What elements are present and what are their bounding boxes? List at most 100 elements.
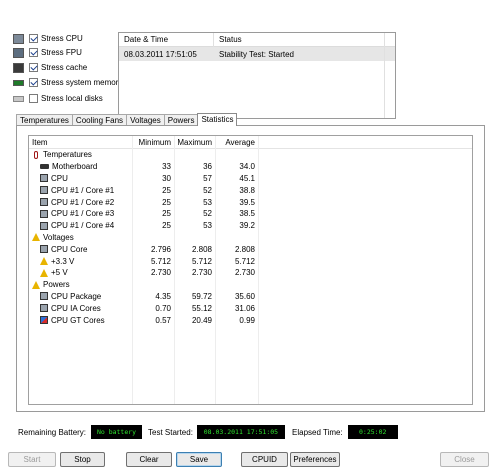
table-row[interactable]: CPU #1 / Core #2 25 53 39.5 <box>29 196 472 208</box>
item-label: +3.3 V <box>51 256 75 266</box>
stress-cpu-option[interactable]: Stress CPU <box>13 32 83 45</box>
stress-cpu-checkbox[interactable] <box>29 34 38 43</box>
stress-fpu-option[interactable]: Stress FPU <box>13 46 82 59</box>
clear-button[interactable]: Clear <box>126 452 172 467</box>
close-button[interactable]: Close <box>440 452 489 467</box>
minimum-column-header[interactable]: Minimum <box>129 138 171 147</box>
cpu-chip-icon <box>40 304 48 313</box>
cpu-chip-icon <box>40 292 48 301</box>
table-row[interactable]: CPU Package 4.35 59.72 35.60 <box>29 291 472 303</box>
table-row[interactable]: CPU #1 / Core #3 25 52 38.5 <box>29 208 472 220</box>
maximum-column-header[interactable]: Maximum <box>171 138 212 147</box>
minimum-cell: 30 <box>162 173 171 183</box>
item-cell: Temperatures <box>29 150 129 159</box>
battery-value: No battery <box>91 425 143 439</box>
test-started: Test Started: 08.03.2011 17:51:05 <box>148 425 285 439</box>
stress-memory-option[interactable]: Stress system memory <box>13 76 122 89</box>
motherboard-icon <box>40 164 49 170</box>
average-cell: 34.0 <box>239 162 255 172</box>
average-cell: 2.808 <box>234 244 255 254</box>
item-column-header[interactable]: Item <box>29 138 129 147</box>
stress-fpu-checkbox[interactable] <box>29 48 38 57</box>
cpuid-button[interactable]: CPUID <box>241 452 288 467</box>
maximum-cell: 2.730 <box>191 268 212 278</box>
item-cell: +3.3 V <box>29 257 129 266</box>
average-cell: 5.712 <box>234 256 255 266</box>
stop-button[interactable]: Stop <box>60 452 105 467</box>
log-row[interactable]: 08.03.2011 17:51:05 Stability Test: Star… <box>119 47 395 61</box>
statistics-table[interactable]: Item Minimum Maximum Average Temperature… <box>28 135 473 405</box>
fpu-chip-icon <box>13 47 24 58</box>
event-log[interactable]: Date & Time Status 08.03.2011 17:51:05 S… <box>118 32 396 119</box>
item-label: CPU #1 / Core #2 <box>51 197 115 207</box>
table-row[interactable]: CPU GT Cores 0.57 20.49 0.99 <box>29 314 472 326</box>
average-column-header[interactable]: Average <box>212 138 255 147</box>
average-cell: 35.60 <box>234 291 255 301</box>
item-cell: CPU #1 / Core #4 <box>29 221 129 230</box>
minimum-cell: 4.35 <box>155 291 171 301</box>
minimum-cell: 2.730 <box>150 268 171 278</box>
item-label: CPU Core <box>51 244 88 254</box>
average-cell: 39.5 <box>239 197 255 207</box>
item-label: Powers <box>43 280 70 290</box>
cache-icon <box>13 62 24 73</box>
group-row[interactable]: Temperatures <box>29 149 472 161</box>
item-cell: Voltages <box>29 233 129 242</box>
stress-disks-checkbox[interactable] <box>29 94 38 103</box>
maximum-cell: 52 <box>203 209 212 219</box>
test-started-value: 08.03.2011 17:51:05 <box>196 425 285 439</box>
stress-memory-checkbox[interactable] <box>29 78 38 87</box>
cpu-chip-icon <box>13 33 24 44</box>
cpu-chip-icon <box>40 209 48 218</box>
average-cell: 31.06 <box>234 303 255 313</box>
minimum-cell: 33 <box>162 162 171 172</box>
table-row[interactable]: +5 V 2.730 2.730 2.730 <box>29 267 472 279</box>
group-row[interactable]: Voltages <box>29 232 472 244</box>
stress-cache-label: Stress cache <box>41 63 88 72</box>
maximum-cell: 53 <box>203 197 212 207</box>
item-label: CPU <box>51 173 68 183</box>
average-cell: 38.8 <box>239 185 255 195</box>
preferences-button[interactable]: Preferences <box>290 452 340 467</box>
item-cell: CPU <box>29 174 129 183</box>
cpu-chip-icon <box>40 174 48 183</box>
stress-cache-checkbox[interactable] <box>29 63 38 72</box>
item-label: Motherboard <box>52 162 98 172</box>
disk-icon <box>13 95 24 102</box>
log-datetime: 08.03.2011 17:51:05 <box>124 49 197 59</box>
item-cell: CPU Package <box>29 292 129 301</box>
stress-cache-option[interactable]: Stress cache <box>13 61 87 74</box>
table-row[interactable]: Motherboard 33 36 34.0 <box>29 161 472 173</box>
item-cell: CPU Core <box>29 245 129 254</box>
tab-statistics[interactable]: Statistics <box>197 113 238 126</box>
table-row[interactable]: CPU IA Cores 0.70 55.12 31.06 <box>29 302 472 314</box>
minimum-cell: 25 <box>162 185 171 195</box>
maximum-cell: 36 <box>203 162 212 172</box>
table-row[interactable]: CPU #1 / Core #4 25 53 39.2 <box>29 220 472 232</box>
item-cell: CPU #1 / Core #1 <box>29 186 129 195</box>
item-label: Temperatures <box>43 150 92 160</box>
stress-disks-option[interactable]: Stress local disks <box>13 92 103 105</box>
status-column-header[interactable]: Status <box>214 35 395 44</box>
maximum-cell: 20.49 <box>191 315 212 325</box>
column-divider <box>132 136 133 404</box>
table-row[interactable]: +3.3 V 5.712 5.712 5.712 <box>29 255 472 267</box>
log-scrollbar-divider <box>384 33 385 118</box>
maximum-cell: 59.72 <box>191 291 212 301</box>
column-divider <box>258 136 259 404</box>
datetime-column-header[interactable]: Date & Time <box>119 32 214 47</box>
save-button[interactable]: Save <box>176 452 222 467</box>
table-row[interactable]: CPU 30 57 45.1 <box>29 173 472 185</box>
test-started-label: Test Started: <box>148 427 193 437</box>
stress-disks-label: Stress local disks <box>41 94 103 103</box>
minimum-cell: 25 <box>162 197 171 207</box>
table-row[interactable]: CPU #1 / Core #1 25 52 38.8 <box>29 184 472 196</box>
minimum-cell: 0.57 <box>155 315 171 325</box>
group-row[interactable]: Powers <box>29 279 472 291</box>
table-row[interactable]: CPU Core 2.796 2.808 2.808 <box>29 243 472 255</box>
statistics-panel: Item Minimum Maximum Average Temperature… <box>16 125 485 412</box>
item-cell: Motherboard <box>29 162 129 171</box>
stress-fpu-label: Stress FPU <box>41 48 82 57</box>
start-button[interactable]: Start <box>8 452 56 467</box>
average-cell: 0.99 <box>239 315 255 325</box>
